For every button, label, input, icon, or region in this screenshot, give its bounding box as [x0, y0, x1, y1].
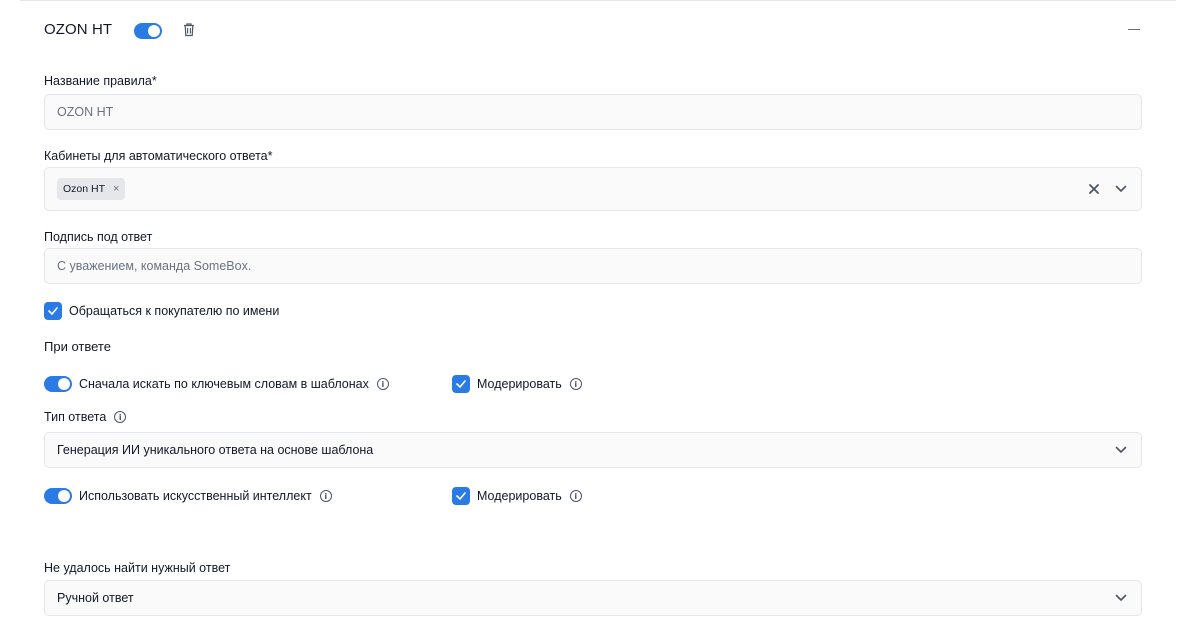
keyword-search-label: Сначала искать по ключевым словам в шабл…	[79, 377, 369, 391]
fallback-label: Не удалось найти нужный ответ	[44, 561, 231, 575]
answer-type-label: Тип ответа	[44, 410, 107, 424]
chevron-down-icon[interactable]	[1115, 446, 1127, 454]
keyword-search-toggle[interactable]	[44, 376, 72, 392]
cabinets-select[interactable]: Ozon HT ×	[44, 167, 1142, 211]
rule-name-value: OZON HT	[57, 105, 114, 119]
clear-selection-icon[interactable]	[1089, 184, 1099, 194]
fallback-value: Ручной ответ	[57, 591, 134, 605]
keyword-search-row: Сначала искать по ключевым словам в шабл…	[44, 376, 389, 392]
info-icon[interactable]: i	[114, 411, 127, 423]
address-by-name-label: Обращаться к покупателю по имени	[69, 304, 280, 318]
moderate-label-2: Модерировать	[477, 489, 562, 503]
address-by-name-row: Обращаться к покупателю по имени	[44, 302, 279, 320]
use-ai-row: Использовать искусственный интеллект i	[44, 488, 332, 504]
rule-enabled-toggle[interactable]	[134, 23, 162, 44]
moderate-checkbox-1[interactable]	[452, 375, 470, 393]
rule-name-input[interactable]: OZON HT	[44, 94, 1142, 130]
answer-type-label-row: Тип ответа i	[44, 410, 127, 424]
moderate-checkbox-2[interactable]	[452, 487, 470, 505]
answer-type-value: Генерация ИИ уникального ответа на основ…	[57, 443, 374, 457]
signature-placeholder: С уважением, команда SomeBox.	[57, 259, 252, 273]
fallback-select[interactable]: Ручной ответ	[44, 580, 1142, 616]
moderate-row-2: Модерировать i	[452, 487, 582, 505]
address-by-name-checkbox[interactable]	[44, 302, 62, 320]
info-icon[interactable]: i	[569, 378, 582, 390]
chip-remove-icon[interactable]: ×	[113, 183, 119, 195]
rule-title: OZON HT	[44, 21, 113, 38]
rule-panel: OZON HT Название правила* OZON HT Кабине…	[20, 0, 1176, 636]
chevron-down-icon[interactable]	[1115, 185, 1127, 193]
signature-label: Подпись под ответ	[44, 230, 153, 244]
use-ai-label: Использовать искусственный интеллект	[79, 489, 312, 503]
info-icon[interactable]: i	[569, 490, 582, 502]
cabinet-chip: Ozon HT ×	[57, 178, 126, 200]
on-answer-heading: При ответе	[44, 339, 111, 354]
cabinet-chip-label: Ozon HT	[63, 183, 106, 195]
use-ai-toggle[interactable]	[44, 488, 72, 504]
chevron-down-icon[interactable]	[1115, 594, 1127, 602]
rule-name-label: Название правила*	[44, 74, 157, 88]
moderate-row-1: Модерировать i	[452, 375, 582, 393]
info-icon[interactable]: i	[376, 378, 389, 390]
signature-input[interactable]: С уважением, команда SomeBox.	[44, 248, 1142, 284]
info-icon[interactable]: i	[319, 490, 332, 502]
collapse-icon[interactable]	[1128, 29, 1140, 30]
cabinets-label: Кабинеты для автоматического ответа*	[44, 149, 273, 163]
moderate-label-1: Модерировать	[477, 377, 562, 391]
answer-type-select[interactable]: Генерация ИИ уникального ответа на основ…	[44, 432, 1142, 468]
delete-rule-icon[interactable]	[182, 22, 196, 38]
